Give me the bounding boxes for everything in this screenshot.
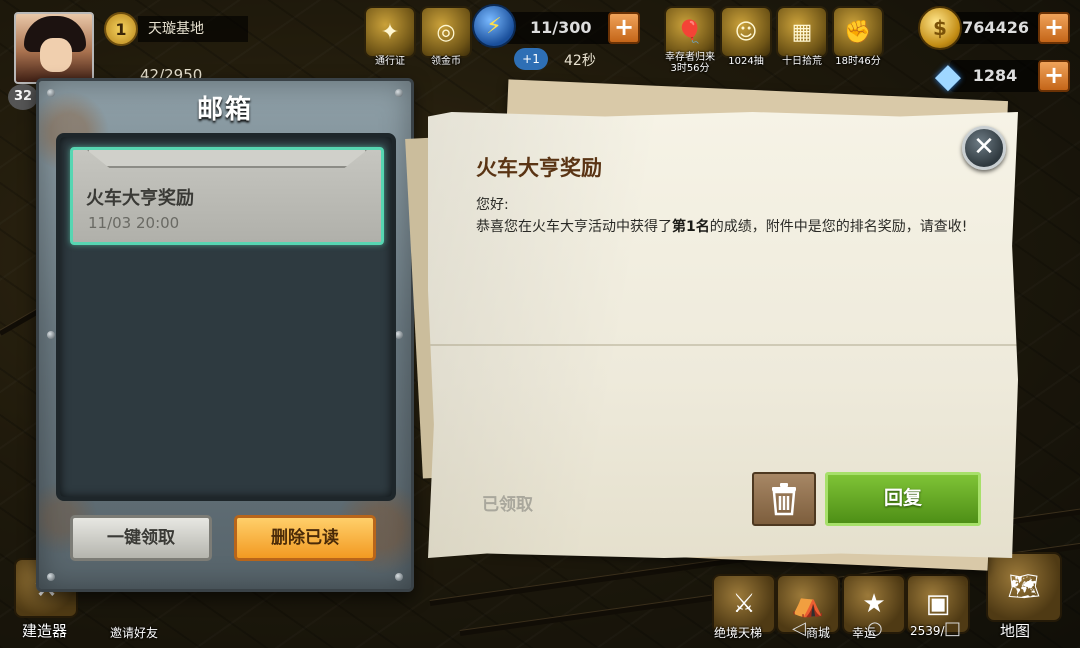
add-coins-button[interactable]: +	[1038, 12, 1070, 44]
player-level-badge: 1	[104, 12, 138, 46]
mail-item-date: 11/03 20:00	[88, 214, 180, 232]
mail-item-title: 火车大亨奖励	[86, 188, 194, 209]
list-item-mail-selected[interactable]: 火车大亨奖励 11/03 20:00	[70, 147, 384, 245]
pass-icon[interactable]: ✦	[364, 6, 416, 58]
collect-coins-icon[interactable]: ◎	[420, 6, 472, 58]
extreme-ladder-label: 绝境天梯	[714, 626, 763, 640]
claim-all-button[interactable]: 一键领取	[70, 515, 212, 561]
letter-message-prefix: 恭喜您在火车大亨活动中获得了	[476, 219, 672, 235]
mailbox-title: 邮箱	[196, 95, 253, 125]
draw-1024-icon[interactable]: ☺	[720, 6, 772, 58]
mailbox-panel: 邮箱 火车大亨奖励 11/03 20:00 一键领取 删除已读	[36, 78, 414, 592]
close-button[interactable]: ✕	[962, 126, 1006, 170]
letter-body: 您好: 恭喜您在火车大亨活动中获得了第1名的成绩，附件中是您的排名奖励，请查收!	[476, 194, 976, 238]
invite-friends-label: 邀请好友	[110, 626, 159, 640]
letter-message-suffix: 的成绩，附件中是您的排名奖励，请查收!	[709, 219, 968, 235]
shop-label: 商城	[806, 626, 831, 640]
diamond-icon: ◆	[934, 56, 962, 96]
letter-message: 恭喜您在火车大亨活动中获得了第1名的成绩，附件中是您的排名奖励，请查收!	[476, 216, 976, 238]
backpack-capacity: 2539/	[910, 624, 945, 638]
base-name-label: 天璇基地	[138, 16, 248, 42]
side-counter-badge: 32	[8, 84, 38, 110]
map-icon[interactable]: 🗺	[986, 552, 1062, 622]
android-recents-icon[interactable]: □	[944, 618, 961, 639]
energy-bonus-badge: +1	[514, 48, 548, 70]
energy-timer: 42秒	[564, 53, 596, 69]
collect-coins-label: 领金币	[431, 56, 461, 67]
letter-title: 火车大亨奖励	[476, 156, 602, 180]
energy-bolt-icon: ⚡	[472, 4, 516, 48]
add-gems-button[interactable]: +	[1038, 60, 1070, 92]
letter-greeting: 您好:	[476, 197, 509, 213]
coin-icon: $	[918, 6, 962, 50]
player-avatar[interactable]	[14, 12, 94, 84]
android-back-icon[interactable]: ◁	[792, 618, 806, 639]
add-energy-button[interactable]: +	[608, 12, 640, 44]
survivor-return-icon[interactable]: 🎈	[664, 6, 716, 58]
map-label: 地图	[1000, 622, 1031, 640]
envelope-flap-icon	[87, 150, 367, 168]
android-home-icon[interactable]: ○	[867, 618, 883, 639]
delete-mail-button[interactable]	[752, 472, 816, 526]
ten-day-icon[interactable]: ▦	[776, 6, 828, 58]
trash-icon	[772, 483, 796, 516]
reply-button[interactable]: 回复	[825, 472, 981, 526]
claimed-status-label: 已领取	[482, 495, 533, 515]
fist-event-timer: 18时46分	[835, 56, 881, 67]
mail-list[interactable]: 火车大亨奖励 11/03 20:00	[56, 133, 396, 501]
builder-label: 建造器	[22, 622, 68, 640]
delete-read-button[interactable]: 删除已读	[234, 515, 376, 561]
fist-event-icon[interactable]: ✊	[832, 6, 884, 58]
letter-rank: 第1名	[672, 219, 710, 235]
